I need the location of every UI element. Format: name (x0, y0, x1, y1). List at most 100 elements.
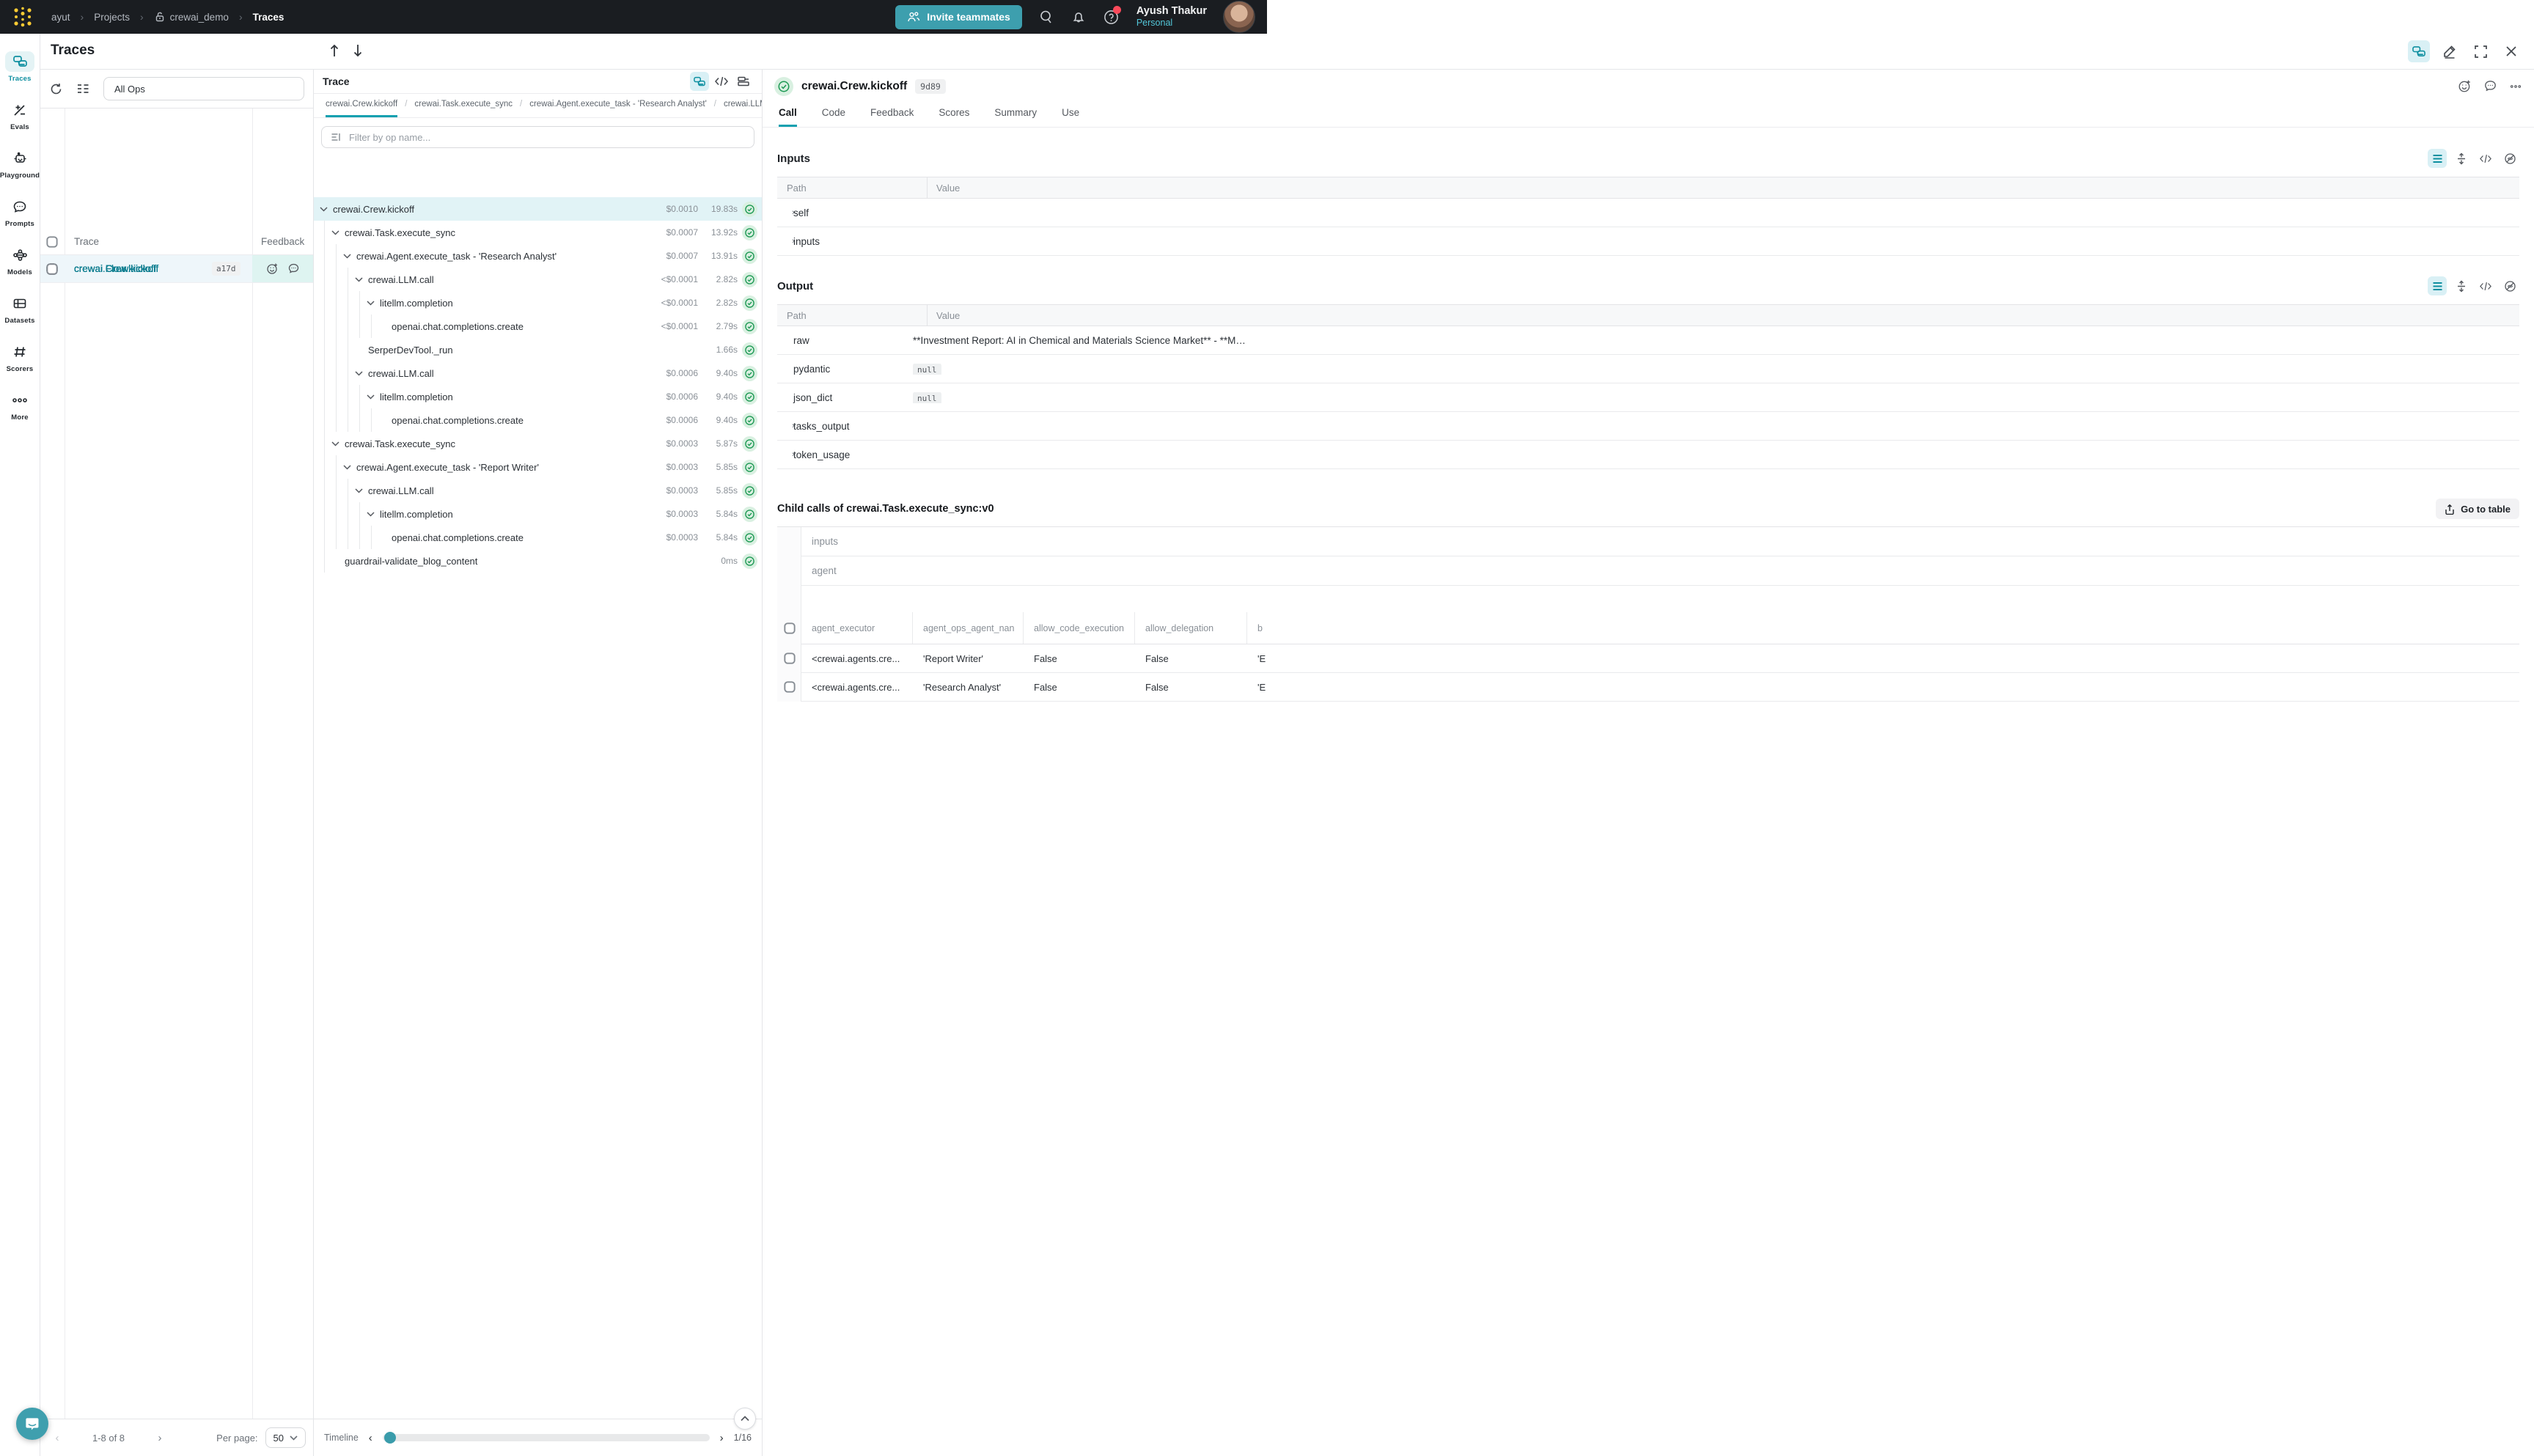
chevron-down-icon[interactable] (343, 254, 355, 259)
ops-filter-dropdown[interactable]: All Ops (103, 77, 304, 100)
sidebar-item-datasets[interactable]: Datasets (0, 284, 40, 333)
chevron-right-icon[interactable]: › (777, 422, 793, 430)
chevron-down-icon[interactable] (355, 488, 367, 493)
columns-filter-icon[interactable] (76, 83, 90, 95)
detail-tab[interactable]: Scores (939, 107, 969, 127)
hide-values-icon[interactable] (2500, 149, 2519, 168)
call-tree-row[interactable]: crewai.Task.execute_sync $0.0003 5.87s (314, 432, 762, 455)
refresh-icon[interactable] (49, 82, 63, 96)
list-view-icon[interactable] (2428, 276, 2447, 295)
call-tree-row[interactable]: crewai.Agent.execute_task - 'Report Writ… (314, 455, 762, 479)
list-view-icon[interactable] (2428, 149, 2447, 168)
output-row[interactable]: › json_dict null (777, 383, 2519, 412)
chevron-down-icon[interactable] (367, 301, 378, 306)
output-row[interactable]: › pydantic null (777, 355, 2519, 383)
prev-page-icon[interactable]: ‹ (46, 1432, 68, 1444)
chevron-down-icon[interactable] (367, 394, 378, 400)
support-chat-button[interactable] (16, 1408, 48, 1440)
column-header[interactable]: allow_code_execution (1024, 612, 1135, 644)
tree-view-button[interactable] (690, 72, 709, 91)
chevron-right-icon[interactable]: › (777, 208, 793, 217)
call-tree-row[interactable]: guardrail-validate_blog_content 0ms (314, 549, 762, 573)
overflow-menu-icon[interactable] (2509, 84, 2522, 89)
collapse-timeline-button[interactable] (734, 1408, 756, 1430)
call-breadcrumb-tab[interactable]: crewai.Agent.execute_task - 'Research An… (513, 100, 707, 117)
invite-teammates-button[interactable]: Invite teammates (895, 5, 1022, 29)
timeline-prev-icon[interactable]: ‹ (369, 1432, 372, 1444)
user-menu[interactable]: Ayush Thakur Personal (1136, 4, 1207, 29)
call-tree-row[interactable]: litellm.completion <$0.0001 2.82s (314, 291, 762, 315)
call-tree-row[interactable]: crewai.LLM.call $0.0006 9.40s (314, 361, 762, 385)
trace-table-row[interactable]: crewai.Crew.kickoff a17d (40, 255, 313, 283)
close-icon[interactable] (2500, 40, 2522, 62)
output-row[interactable]: › raw **Investment Report: AI in Chemica… (777, 326, 2519, 355)
detail-tab[interactable]: Use (1062, 107, 1079, 127)
code-view-icon[interactable] (2476, 276, 2495, 295)
chevron-right-icon[interactable]: › (777, 450, 793, 459)
wandb-logo-icon[interactable] (12, 6, 34, 28)
sidebar-item-scorers[interactable]: Scorers (0, 333, 40, 381)
add-reaction-icon[interactable] (2458, 79, 2472, 93)
chevron-down-icon[interactable] (355, 277, 367, 282)
call-breadcrumb-tab[interactable]: crewai.Task.execute_sync (397, 100, 513, 117)
avatar[interactable] (1223, 1, 1255, 33)
call-breadcrumb-tab[interactable]: crewai.LLM.cal (707, 100, 762, 117)
breadcrumb-projects[interactable]: Projects (94, 12, 130, 23)
per-page-select[interactable]: 50 (265, 1427, 306, 1448)
timeline-thumb[interactable] (384, 1432, 396, 1444)
select-all-checkbox[interactable] (46, 236, 57, 247)
breadcrumb-project[interactable]: crewai_demo (170, 12, 229, 23)
select-all-checkbox[interactable] (784, 622, 795, 633)
row-checkbox[interactable] (784, 652, 795, 663)
call-tree-row[interactable]: crewai.LLM.call $0.0003 5.85s (314, 479, 762, 502)
go-to-table-button[interactable]: Go to table (2436, 499, 2519, 519)
expand-rows-icon[interactable] (2452, 276, 2471, 295)
sidebar-item-prompts[interactable]: Prompts (0, 188, 40, 236)
call-tree-row[interactable]: litellm.completion $0.0003 5.84s (314, 502, 762, 526)
column-header[interactable]: b (1247, 612, 1306, 644)
detail-tab[interactable]: Feedback (870, 107, 914, 127)
hide-values-icon[interactable] (2500, 276, 2519, 295)
sidebar-item-models[interactable]: Models (0, 236, 40, 284)
child-call-row[interactable]: <crewai.agents.cre... 'Research Analyst'… (777, 673, 2519, 702)
sidebar-item-more[interactable]: More (0, 381, 40, 430)
code-view-button[interactable] (712, 72, 731, 91)
detail-tab[interactable]: Code (822, 107, 845, 127)
notifications-bell-icon[interactable] (1070, 9, 1087, 25)
help-icon[interactable] (1103, 9, 1119, 25)
row-checkbox[interactable] (46, 263, 57, 274)
call-tree-row[interactable]: openai.chat.completions.create $0.0003 5… (314, 526, 762, 549)
chevron-down-icon[interactable] (343, 465, 355, 470)
flame-graph-button[interactable] (734, 72, 753, 91)
chevron-down-icon[interactable] (367, 512, 378, 517)
timeline-slider[interactable] (383, 1434, 710, 1441)
comment-icon[interactable] (2483, 79, 2497, 93)
sidebar-item-evals[interactable]: Evals (0, 91, 40, 139)
expand-rows-icon[interactable] (2452, 149, 2471, 168)
call-tree-row[interactable]: openai.chat.completions.create <$0.0001 … (314, 315, 762, 338)
show-trace-tree-button[interactable] (2408, 40, 2430, 62)
search-icon[interactable] (1038, 9, 1054, 25)
fullscreen-icon[interactable] (2469, 40, 2491, 62)
prev-call-arrow-icon[interactable] (328, 42, 341, 59)
timeline-next-icon[interactable]: › (720, 1432, 724, 1444)
op-filter-input[interactable] (349, 132, 745, 143)
column-header[interactable]: agent_executor (801, 612, 913, 644)
chevron-down-icon[interactable] (320, 207, 331, 212)
trace-link[interactable]: crewai.Crew.kickoff (74, 263, 210, 274)
breadcrumb-entity[interactable]: ayut (51, 12, 70, 23)
child-call-row[interactable]: <crewai.agents.cre... 'Report Writer' Fa… (777, 644, 2519, 673)
detail-tab[interactable]: Call (779, 107, 797, 127)
next-page-icon[interactable]: › (149, 1432, 171, 1444)
input-row[interactable]: › self (777, 199, 2519, 227)
call-tree-row[interactable]: litellm.completion $0.0006 9.40s (314, 385, 762, 408)
chevron-down-icon[interactable] (355, 371, 367, 376)
column-header[interactable]: agent_ops_agent_nan (913, 612, 1024, 644)
call-tree-row[interactable]: openai.chat.completions.create $0.0006 9… (314, 408, 762, 432)
sidebar-item-traces[interactable]: Traces (0, 43, 40, 91)
output-row[interactable]: › tasks_output (777, 412, 2519, 441)
column-header[interactable]: allow_delegation (1135, 612, 1247, 644)
chevron-down-icon[interactable] (331, 230, 343, 235)
call-breadcrumb-tab[interactable]: crewai.Crew.kickoff (326, 100, 397, 117)
input-row[interactable]: › inputs (777, 227, 2519, 256)
